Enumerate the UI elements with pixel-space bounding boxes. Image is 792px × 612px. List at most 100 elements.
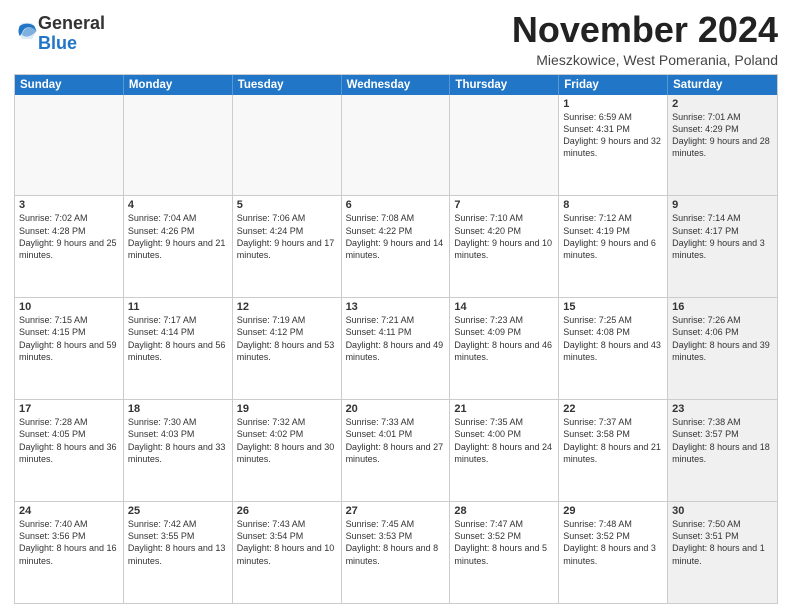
calendar-header-day: Friday [559,75,668,95]
cell-info: Sunrise: 7:32 AM Sunset: 4:02 PM Dayligh… [237,416,337,465]
cell-info: Sunrise: 7:04 AM Sunset: 4:26 PM Dayligh… [128,212,228,261]
calendar-header-day: Saturday [668,75,777,95]
calendar-cell: 22Sunrise: 7:37 AM Sunset: 3:58 PM Dayli… [559,400,668,501]
cell-info: Sunrise: 7:17 AM Sunset: 4:14 PM Dayligh… [128,314,228,363]
cell-info: Sunrise: 7:28 AM Sunset: 4:05 PM Dayligh… [19,416,119,465]
calendar-header: SundayMondayTuesdayWednesdayThursdayFrid… [15,75,777,95]
cell-info: Sunrise: 7:21 AM Sunset: 4:11 PM Dayligh… [346,314,446,363]
day-number: 26 [237,505,337,517]
cell-info: Sunrise: 7:47 AM Sunset: 3:52 PM Dayligh… [454,518,554,567]
day-number: 8 [563,199,663,211]
cell-info: Sunrise: 7:25 AM Sunset: 4:08 PM Dayligh… [563,314,663,363]
calendar-cell: 10Sunrise: 7:15 AM Sunset: 4:15 PM Dayli… [15,298,124,399]
day-number: 19 [237,403,337,415]
day-number: 11 [128,301,228,313]
cell-info: Sunrise: 7:45 AM Sunset: 3:53 PM Dayligh… [346,518,446,567]
cell-info: Sunrise: 7:48 AM Sunset: 3:52 PM Dayligh… [563,518,663,567]
day-number: 25 [128,505,228,517]
day-number: 1 [563,98,663,110]
calendar-cell: 23Sunrise: 7:38 AM Sunset: 3:57 PM Dayli… [668,400,777,501]
calendar-cell [233,95,342,196]
cell-info: Sunrise: 7:35 AM Sunset: 4:00 PM Dayligh… [454,416,554,465]
day-number: 24 [19,505,119,517]
cell-info: Sunrise: 7:26 AM Sunset: 4:06 PM Dayligh… [672,314,773,363]
day-number: 23 [672,403,773,415]
calendar-cell: 3Sunrise: 7:02 AM Sunset: 4:28 PM Daylig… [15,196,124,297]
cell-info: Sunrise: 7:12 AM Sunset: 4:19 PM Dayligh… [563,212,663,261]
calendar-body: 1Sunrise: 6:59 AM Sunset: 4:31 PM Daylig… [15,95,777,603]
cell-info: Sunrise: 6:59 AM Sunset: 4:31 PM Dayligh… [563,111,663,160]
calendar-header-day: Tuesday [233,75,342,95]
cell-info: Sunrise: 7:43 AM Sunset: 3:54 PM Dayligh… [237,518,337,567]
calendar-cell: 1Sunrise: 6:59 AM Sunset: 4:31 PM Daylig… [559,95,668,196]
calendar-cell [450,95,559,196]
calendar-cell: 5Sunrise: 7:06 AM Sunset: 4:24 PM Daylig… [233,196,342,297]
day-number: 17 [19,403,119,415]
day-number: 6 [346,199,446,211]
calendar-cell: 6Sunrise: 7:08 AM Sunset: 4:22 PM Daylig… [342,196,451,297]
calendar-row: 24Sunrise: 7:40 AM Sunset: 3:56 PM Dayli… [15,502,777,603]
day-number: 14 [454,301,554,313]
cell-info: Sunrise: 7:50 AM Sunset: 3:51 PM Dayligh… [672,518,773,567]
day-number: 20 [346,403,446,415]
cell-info: Sunrise: 7:42 AM Sunset: 3:55 PM Dayligh… [128,518,228,567]
day-number: 13 [346,301,446,313]
calendar-cell [15,95,124,196]
calendar-cell: 13Sunrise: 7:21 AM Sunset: 4:11 PM Dayli… [342,298,451,399]
calendar-cell: 28Sunrise: 7:47 AM Sunset: 3:52 PM Dayli… [450,502,559,603]
day-number: 12 [237,301,337,313]
day-number: 16 [672,301,773,313]
calendar-cell: 15Sunrise: 7:25 AM Sunset: 4:08 PM Dayli… [559,298,668,399]
calendar-cell: 25Sunrise: 7:42 AM Sunset: 3:55 PM Dayli… [124,502,233,603]
cell-info: Sunrise: 7:37 AM Sunset: 3:58 PM Dayligh… [563,416,663,465]
calendar-cell: 17Sunrise: 7:28 AM Sunset: 4:05 PM Dayli… [15,400,124,501]
cell-info: Sunrise: 7:33 AM Sunset: 4:01 PM Dayligh… [346,416,446,465]
calendar-cell [342,95,451,196]
calendar-header-day: Monday [124,75,233,95]
cell-info: Sunrise: 7:30 AM Sunset: 4:03 PM Dayligh… [128,416,228,465]
calendar-cell: 19Sunrise: 7:32 AM Sunset: 4:02 PM Dayli… [233,400,342,501]
day-number: 27 [346,505,446,517]
cell-info: Sunrise: 7:01 AM Sunset: 4:29 PM Dayligh… [672,111,773,160]
cell-info: Sunrise: 7:23 AM Sunset: 4:09 PM Dayligh… [454,314,554,363]
calendar-row: 3Sunrise: 7:02 AM Sunset: 4:28 PM Daylig… [15,196,777,298]
calendar-cell [124,95,233,196]
day-number: 3 [19,199,119,211]
calendar-header-day: Sunday [15,75,124,95]
calendar-cell: 2Sunrise: 7:01 AM Sunset: 4:29 PM Daylig… [668,95,777,196]
cell-info: Sunrise: 7:14 AM Sunset: 4:17 PM Dayligh… [672,212,773,261]
calendar-cell: 8Sunrise: 7:12 AM Sunset: 4:19 PM Daylig… [559,196,668,297]
day-number: 7 [454,199,554,211]
cell-info: Sunrise: 7:10 AM Sunset: 4:20 PM Dayligh… [454,212,554,261]
calendar-cell: 29Sunrise: 7:48 AM Sunset: 3:52 PM Dayli… [559,502,668,603]
calendar-cell: 14Sunrise: 7:23 AM Sunset: 4:09 PM Dayli… [450,298,559,399]
logo-text: General Blue [38,14,105,54]
day-number: 28 [454,505,554,517]
cell-info: Sunrise: 7:08 AM Sunset: 4:22 PM Dayligh… [346,212,446,261]
calendar-cell: 4Sunrise: 7:04 AM Sunset: 4:26 PM Daylig… [124,196,233,297]
calendar-cell: 11Sunrise: 7:17 AM Sunset: 4:14 PM Dayli… [124,298,233,399]
day-number: 21 [454,403,554,415]
calendar-row: 1Sunrise: 6:59 AM Sunset: 4:31 PM Daylig… [15,95,777,197]
calendar-cell: 27Sunrise: 7:45 AM Sunset: 3:53 PM Dayli… [342,502,451,603]
calendar-cell: 16Sunrise: 7:26 AM Sunset: 4:06 PM Dayli… [668,298,777,399]
calendar-cell: 20Sunrise: 7:33 AM Sunset: 4:01 PM Dayli… [342,400,451,501]
header: General Blue November 2024 Mieszkowice, … [14,10,778,68]
cell-info: Sunrise: 7:06 AM Sunset: 4:24 PM Dayligh… [237,212,337,261]
cell-info: Sunrise: 7:38 AM Sunset: 3:57 PM Dayligh… [672,416,773,465]
day-number: 4 [128,199,228,211]
day-number: 29 [563,505,663,517]
logo-general: General [38,13,105,33]
day-number: 18 [128,403,228,415]
logo: General Blue [14,14,105,54]
page: General Blue November 2024 Mieszkowice, … [0,0,792,612]
calendar-cell: 7Sunrise: 7:10 AM Sunset: 4:20 PM Daylig… [450,196,559,297]
month-title: November 2024 [512,10,778,50]
cell-info: Sunrise: 7:19 AM Sunset: 4:12 PM Dayligh… [237,314,337,363]
calendar-cell: 30Sunrise: 7:50 AM Sunset: 3:51 PM Dayli… [668,502,777,603]
calendar: SundayMondayTuesdayWednesdayThursdayFrid… [14,74,778,604]
calendar-cell: 18Sunrise: 7:30 AM Sunset: 4:03 PM Dayli… [124,400,233,501]
day-number: 10 [19,301,119,313]
day-number: 30 [672,505,773,517]
location: Mieszkowice, West Pomerania, Poland [512,52,778,68]
